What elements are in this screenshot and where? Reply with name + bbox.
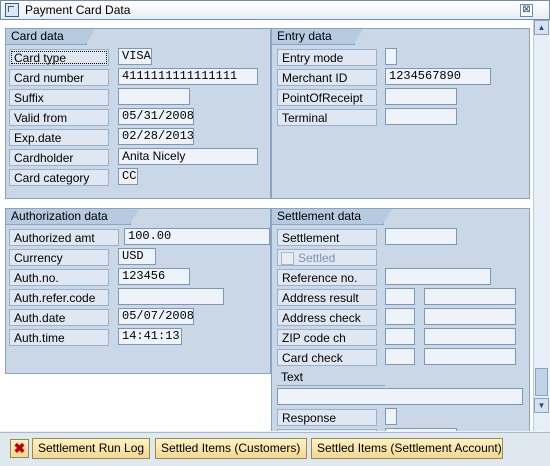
entry-mode-field[interactable]: [385, 48, 397, 65]
auth-refer-code-field[interactable]: [118, 288, 224, 305]
authorization-data-group: Authorization data Authorized amt 100.00…: [5, 208, 271, 374]
settlement-run-log-button[interactable]: Settlement Run Log: [32, 438, 150, 459]
settlement-label: Settlement: [277, 229, 377, 246]
point-of-receipt-field[interactable]: [385, 88, 457, 105]
address-check-code-field[interactable]: [385, 308, 415, 325]
window-icon: [5, 3, 19, 17]
settled-items-settlement-account-button[interactable]: Settled Items (Settlement Account): [311, 438, 503, 459]
auth-time-label: Auth.time: [9, 329, 109, 346]
auth-no-label: Auth.no.: [9, 269, 109, 286]
vertical-scrollbar[interactable]: ▲ ▼: [533, 20, 549, 431]
zip-code-ch-label: ZIP code ch: [277, 329, 377, 346]
suffix-field[interactable]: [118, 88, 190, 105]
settled-items-customers-button[interactable]: Settled Items (Customers): [155, 438, 307, 459]
auth-date-field[interactable]: 05/07/2008: [118, 308, 194, 325]
card-check-label: Card check: [277, 349, 377, 366]
card-check-text-field[interactable]: [424, 348, 516, 365]
settled-checkbox[interactable]: [281, 252, 294, 265]
card-type-label: Card type: [9, 49, 109, 66]
text-divider: [277, 385, 385, 386]
auth-time-field[interactable]: 14:41:13: [118, 328, 182, 345]
terminal-field[interactable]: [385, 108, 457, 125]
reference-no-label: Reference no.: [277, 269, 377, 286]
zip-code-ch-code-field[interactable]: [385, 328, 415, 345]
address-result-text-field[interactable]: [424, 288, 516, 305]
settlement-field[interactable]: [385, 228, 457, 245]
reference-no-field[interactable]: [385, 268, 491, 285]
exp-date-field[interactable]: 02/28/2013: [118, 128, 194, 145]
scroll-thumb[interactable]: [535, 368, 548, 396]
auth-no-field[interactable]: 123456: [118, 268, 190, 285]
exp-date-label: Exp.date: [9, 129, 109, 146]
point-of-receipt-label: PointOfReceipt: [277, 89, 377, 106]
suffix-label: Suffix: [9, 89, 109, 106]
text-field[interactable]: [277, 388, 523, 405]
text-label: Text: [281, 370, 304, 384]
authorized-amt-field[interactable]: 100.00: [124, 228, 270, 245]
entry-data-group: Entry data Entry mode Merchant ID 123456…: [271, 28, 530, 199]
window-title: Payment Card Data: [25, 3, 131, 17]
window-titlebar: Payment Card Data ⊠: [0, 0, 550, 20]
currency-field[interactable]: USD: [118, 248, 156, 265]
settlement-data-group: Settlement data Settlement Settled Refer…: [271, 208, 530, 431]
card-category-field[interactable]: CC: [118, 168, 138, 185]
terminal-label: Terminal: [277, 109, 377, 126]
entry-mode-label: Entry mode: [277, 49, 377, 66]
dialog-content: Card data Card type VISA Card number 411…: [0, 20, 533, 431]
settlement-data-heading: Settlement data: [272, 209, 393, 225]
cardholder-field[interactable]: Anita Nicely: [118, 148, 258, 165]
zip-code-ch-text-field[interactable]: [424, 328, 516, 345]
authorization-data-heading: Authorization data: [6, 209, 139, 225]
card-data-heading: Card data: [6, 29, 95, 45]
merchant-id-field[interactable]: 1234567890: [385, 68, 491, 85]
auth-date-label: Auth.date: [9, 309, 109, 326]
address-result-label: Address result: [277, 289, 377, 306]
valid-from-label: Valid from: [9, 109, 109, 126]
card-type-field[interactable]: VISA: [118, 48, 152, 65]
card-data-group: Card data Card type VISA Card number 411…: [5, 28, 271, 199]
settled-label: Settled: [298, 251, 336, 265]
close-icon[interactable]: ⊠: [520, 4, 533, 17]
card-number-field[interactable]: 4111111111111111: [118, 68, 258, 85]
response-label: Response: [277, 409, 377, 426]
address-result-code-field[interactable]: [385, 288, 415, 305]
scroll-down-icon[interactable]: ▼: [534, 398, 549, 413]
currency-label: Currency: [9, 249, 109, 266]
next-field[interactable]: [385, 428, 457, 431]
entry-data-heading: Entry data: [272, 29, 363, 45]
footer-toolbar: ✖ Settlement Run Log Settled Items (Cust…: [0, 432, 550, 466]
scroll-up-icon[interactable]: ▲: [534, 20, 549, 35]
next-field-label: [277, 429, 377, 431]
merchant-id-label: Merchant ID: [277, 69, 377, 86]
card-number-label: Card number: [9, 69, 109, 86]
auth-refer-code-label: Auth.refer.code: [9, 289, 109, 306]
card-check-code-field[interactable]: [385, 348, 415, 365]
card-category-label: Card category: [9, 169, 109, 186]
valid-from-field[interactable]: 05/31/2008: [118, 108, 194, 125]
address-check-label: Address check: [277, 309, 377, 326]
response-field[interactable]: [385, 408, 397, 425]
cancel-icon[interactable]: ✖: [10, 439, 29, 458]
authorized-amt-label: Authorized amt: [9, 229, 119, 246]
cardholder-label: Cardholder: [9, 149, 109, 166]
address-check-text-field[interactable]: [424, 308, 516, 325]
